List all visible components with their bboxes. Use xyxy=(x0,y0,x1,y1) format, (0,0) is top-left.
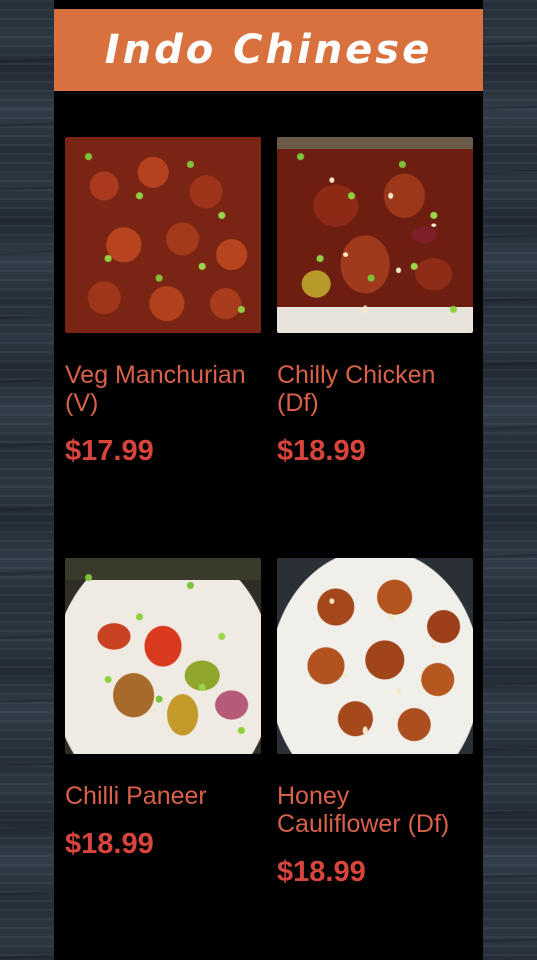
menu-item-chilli-paneer[interactable]: Chilli Paneer $18.99 xyxy=(65,558,261,861)
menu-item-name: Veg Manchurian (V) xyxy=(65,361,246,417)
menu-item-name: Chilli Paneer xyxy=(65,782,207,810)
honey-cauliflower-photo[interactable] xyxy=(277,558,473,754)
menu-item-price: $18.99 xyxy=(277,856,366,888)
menu-item-name: Honey Cauliflower (Df) xyxy=(277,782,450,838)
menu-item-price: $18.99 xyxy=(65,828,154,860)
chilli-paneer-photo[interactable] xyxy=(65,558,261,754)
section-title: Indo Chinese xyxy=(104,27,433,73)
sesame-overlay xyxy=(277,558,473,754)
section-header: Indo Chinese xyxy=(54,9,483,91)
sesame-overlay xyxy=(277,137,473,333)
menu-item-price: $18.99 xyxy=(277,435,366,467)
menu-item-price: $17.99 xyxy=(65,435,154,467)
menu-item-honey-cauliflower[interactable]: Honey Cauliflower (Df) $18.99 xyxy=(277,558,473,889)
menu-item-veg-manchurian[interactable]: Veg Manchurian (V) $17.99 xyxy=(65,137,261,468)
veg-manchurian-photo[interactable] xyxy=(65,137,261,333)
garnish-overlay xyxy=(65,558,261,754)
chilly-chicken-photo[interactable] xyxy=(277,137,473,333)
menu-panel: Indo Chinese Veg Manchurian (V) $17.99 C… xyxy=(54,0,483,960)
menu-item-name: Chilly Chicken (Df) xyxy=(277,361,436,417)
menu-item-chilly-chicken[interactable]: Chilly Chicken (Df) $18.99 xyxy=(277,137,473,468)
garnish-overlay xyxy=(65,137,261,333)
